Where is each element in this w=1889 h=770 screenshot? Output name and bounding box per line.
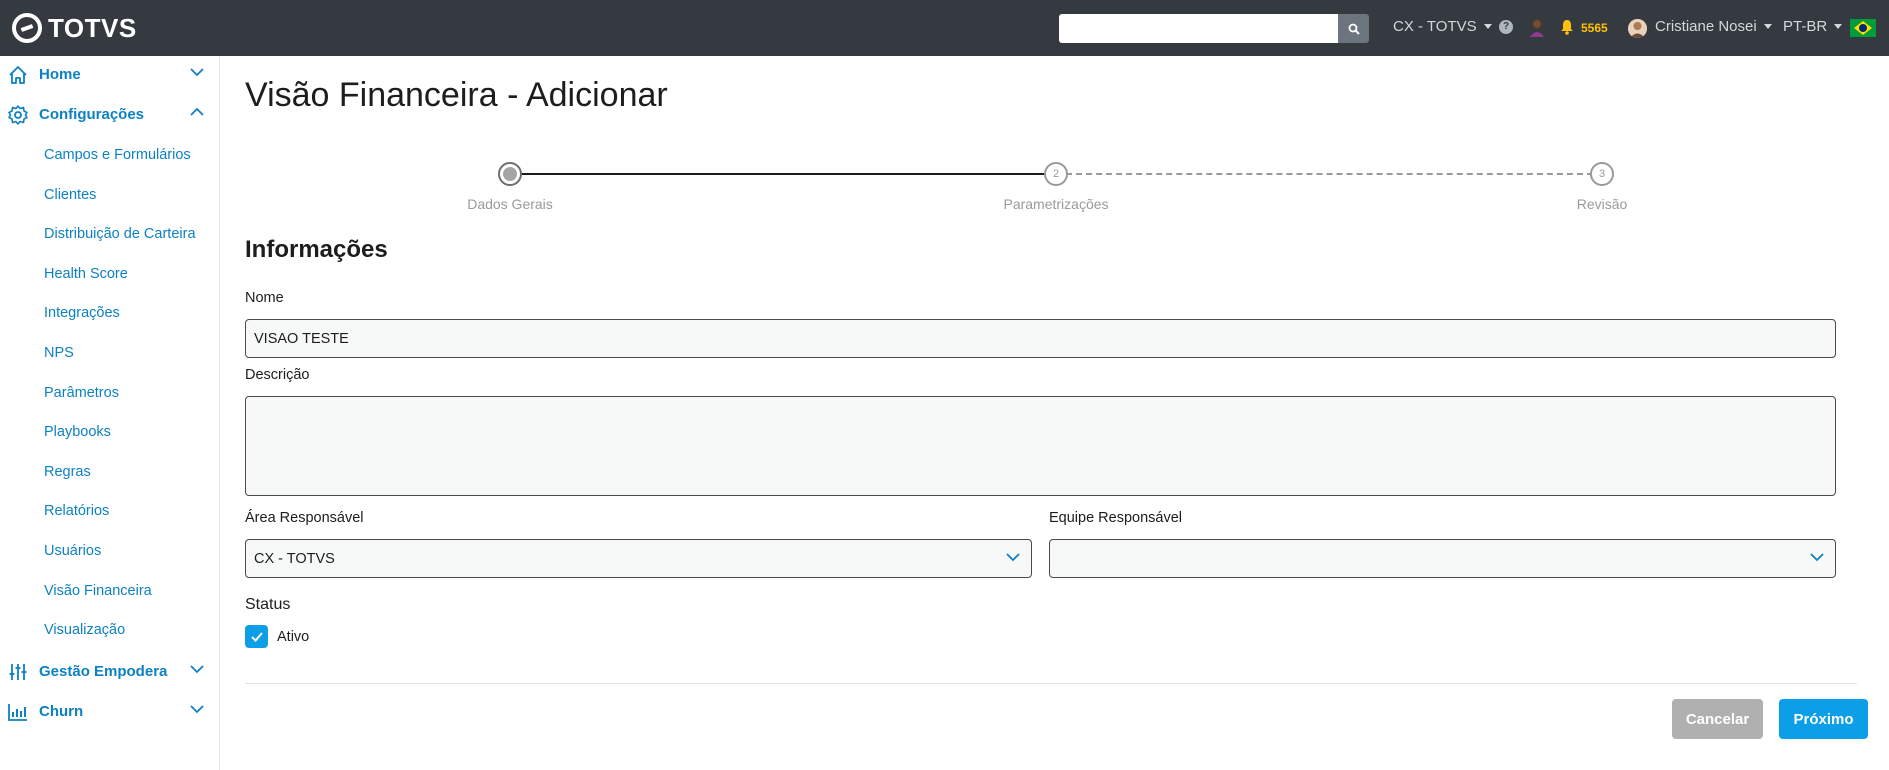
chevron-down-icon — [1006, 553, 1020, 562]
totvs-logo[interactable]: TOTVS — [12, 13, 137, 43]
step-3-label: Revisão — [1576, 196, 1628, 212]
area-label: Área Responsável — [245, 510, 364, 526]
description-textarea[interactable] — [245, 396, 1836, 496]
language-label: PT-BR — [1783, 18, 1828, 35]
page-title: Visão Financeira - Adicionar — [245, 76, 668, 114]
org-selector[interactable]: CX - TOTVS — [1393, 18, 1492, 35]
area-select[interactable]: CX - TOTVS — [245, 539, 1032, 578]
org-selector-label: CX - TOTVS — [1393, 18, 1477, 35]
sidebar-group-label: Home — [39, 66, 81, 83]
notification-count[interactable]: 5565 — [1581, 21, 1608, 35]
sidebar-item-clientes[interactable]: Clientes — [44, 187, 96, 203]
sidebar-group-label: Gestão Empodera — [39, 663, 168, 680]
sidebar-item-usuarios[interactable]: Usuários — [44, 543, 101, 559]
caret-down-icon — [1763, 24, 1772, 29]
home-icon — [9, 66, 27, 84]
chevron-up-icon — [190, 107, 204, 116]
checkmark-icon — [250, 631, 263, 642]
main-content: Visão Financeira - Adicionar 2 3 Dados G… — [221, 56, 1889, 770]
sidebar-item-health-score[interactable]: Health Score — [44, 266, 128, 282]
sidebar-item-regras[interactable]: Regras — [44, 464, 91, 480]
sidebar-item-visualizacao[interactable]: Visualização — [44, 622, 125, 638]
help-icon[interactable]: ? — [1499, 20, 1513, 34]
step-1-label: Dados Gerais — [467, 196, 553, 212]
chevron-down-icon — [190, 665, 204, 674]
step-2-label: Parametrizações — [1003, 196, 1109, 212]
top-bar: TOTVS CX - TOTVS ? 5565 Cristiane Nosei … — [0, 0, 1889, 56]
sidebar-group-home[interactable]: Home — [0, 56, 220, 92]
active-checkbox[interactable] — [245, 625, 268, 648]
team-select[interactable] — [1049, 539, 1836, 578]
bar-chart-icon — [8, 704, 27, 721]
description-label: Descrição — [245, 367, 310, 383]
sidebar-item-distribuicao-carteira[interactable]: Distribuição de Carteira — [44, 226, 196, 242]
sidebar-group-label: Configurações — [39, 106, 145, 123]
stepper-pending-line — [1056, 173, 1603, 175]
next-button[interactable]: Próximo — [1779, 699, 1868, 739]
stepper-progress-line — [510, 173, 1056, 175]
name-label: Nome — [245, 290, 284, 306]
chevron-down-icon — [190, 68, 204, 77]
sidebar-group-label: Churn — [39, 703, 84, 720]
cancel-button[interactable]: Cancelar — [1672, 699, 1763, 739]
sidebar-item-campos-formularios[interactable]: Campos e Formulários — [44, 147, 191, 163]
search-icon — [1348, 23, 1360, 35]
user-name: Cristiane Nosei — [1655, 18, 1757, 35]
area-select-value: CX - TOTVS — [254, 550, 335, 567]
person-avatar-icon[interactable] — [1528, 18, 1546, 38]
user-menu[interactable]: Cristiane Nosei — [1655, 18, 1772, 35]
user-avatar[interactable] — [1628, 19, 1647, 38]
step-3-node[interactable]: 3 — [1590, 162, 1614, 186]
gear-icon — [8, 105, 28, 125]
language-selector[interactable]: PT-BR — [1783, 18, 1843, 35]
name-input[interactable]: VISAO TESTE — [245, 319, 1836, 358]
brand-name: TOTVS — [48, 12, 137, 43]
divider — [245, 683, 1857, 684]
caret-down-icon — [1483, 24, 1492, 29]
chevron-down-icon — [1810, 553, 1824, 562]
sidebar-item-integracoes[interactable]: Integrações — [44, 305, 120, 321]
brazil-flag-icon[interactable] — [1850, 19, 1876, 37]
section-title: Informações — [245, 236, 388, 263]
sliders-icon — [9, 664, 27, 680]
sidebar-item-parametros[interactable]: Parâmetros — [44, 385, 119, 401]
step-1-node[interactable] — [498, 162, 522, 186]
search-input[interactable] — [1059, 14, 1338, 43]
status-label: Status — [245, 596, 291, 613]
name-input-value: VISAO TESTE — [254, 330, 349, 347]
sidebar-group-gestao-empodera[interactable]: Gestão Empodera — [0, 653, 220, 689]
sidebar-group-churn[interactable]: Churn — [0, 693, 220, 729]
sidebar-item-visao-financeira[interactable]: Visão Financeira — [44, 583, 152, 599]
sidebar: Home Configurações Campos e Formulários … — [0, 56, 220, 770]
sidebar-item-playbooks[interactable]: Playbooks — [44, 424, 111, 440]
search-button[interactable] — [1338, 14, 1369, 43]
sidebar-item-relatorios[interactable]: Relatórios — [44, 503, 109, 519]
user-photo-icon — [1628, 19, 1647, 38]
totvs-logo-icon — [12, 13, 42, 43]
active-checkbox-label[interactable]: Ativo — [277, 629, 309, 645]
step-2-node[interactable]: 2 — [1044, 162, 1068, 186]
caret-down-icon — [1834, 24, 1843, 29]
sidebar-group-configuracoes[interactable]: Configurações — [0, 96, 220, 132]
bell-icon[interactable] — [1560, 19, 1574, 35]
sidebar-item-nps[interactable]: NPS — [44, 345, 74, 361]
chevron-down-icon — [190, 705, 204, 714]
team-label: Equipe Responsável — [1049, 510, 1183, 526]
